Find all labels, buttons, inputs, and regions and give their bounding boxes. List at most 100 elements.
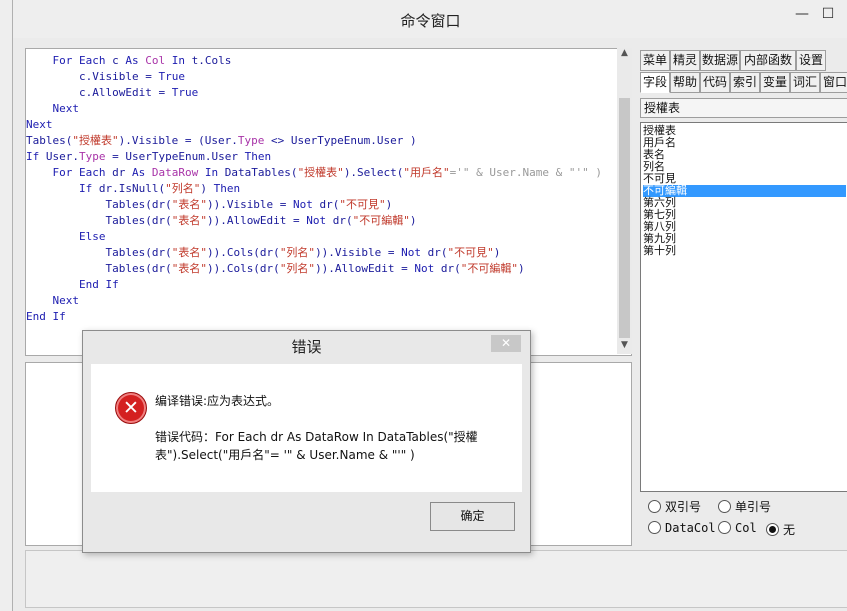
code-line[interactable]: Tables(dr("表名")).Cols(dr("列名")).AllowEdi… [26, 261, 616, 277]
tab-6[interactable]: 窗口 [820, 72, 847, 93]
code-token: "不可見" [339, 198, 386, 211]
option-col[interactable]: Col [718, 521, 757, 535]
code-token: If [26, 150, 46, 163]
code-token: Col [145, 54, 172, 67]
code-token: )).AllowEdit = [206, 214, 307, 227]
code-line[interactable]: For Each dr As DataRow In DataTables("授權… [26, 165, 616, 181]
error-dialog: 错误 ✕ ✕ 编译错误:应为表达式。 错误代码：For Each dr As D… [82, 330, 531, 553]
code-token: dr( [332, 214, 353, 227]
editor-scrollbar[interactable]: ▲ ▼ [617, 48, 632, 354]
code-token: "授權表" [297, 166, 344, 179]
code-token: "列名" [279, 246, 316, 259]
tab-4[interactable]: 变量 [760, 72, 790, 93]
code-token: DataRow [151, 166, 205, 179]
code-line[interactable]: Next [26, 293, 616, 309]
field-list[interactable]: 授權表 用戶名 表名 列名 不可見 不可編輯 第六列 第七列 第八列 第九列 第十列 [640, 122, 847, 492]
option-double-quote[interactable]: 双引号 [648, 498, 701, 515]
tab-4[interactable]: 设置 [796, 50, 826, 71]
code-text[interactable]: For Each c As Col In t.Cols c.Visible = … [26, 53, 616, 325]
code-token: )).Cols(dr( [206, 246, 280, 259]
code-token: DataTables( [224, 166, 298, 179]
code-line[interactable]: c.AllowEdit = True [26, 85, 616, 101]
code-token: )).Cols(dr( [206, 262, 280, 275]
tab-5[interactable]: 词汇 [790, 72, 820, 93]
code-token: User. [45, 150, 79, 163]
code-token: "表名" [171, 246, 207, 259]
code-token: ) [409, 214, 417, 227]
code-line[interactable]: Tables(dr("表名")).AllowEdit = Not dr("不可編… [26, 213, 616, 229]
code-token: Tables(dr( [26, 262, 172, 275]
tab-0[interactable]: 字段 [640, 72, 670, 93]
code-token: "不可見" [447, 246, 494, 259]
dialog-body: ✕ 编译错误:应为表达式。 错误代码：For Each dr As DataRo… [91, 364, 522, 492]
tab-1[interactable]: 精灵 [670, 50, 700, 71]
error-message: 编译错误:应为表达式。 [155, 394, 280, 408]
tab-3[interactable]: 索引 [730, 72, 760, 93]
option-single-quote[interactable]: 单引号 [718, 498, 771, 515]
minimize-button[interactable]: — [791, 6, 813, 24]
code-token: c.AllowEdit = [26, 86, 172, 99]
code-token: True [158, 70, 185, 83]
code-token: Next [26, 118, 53, 131]
code-token: Not [414, 262, 441, 275]
code-line[interactable]: Next [26, 101, 616, 117]
ok-button[interactable]: 确定 [430, 502, 515, 531]
code-token: ='" & User.Name & "'" ) [449, 166, 602, 179]
code-line[interactable]: Tables(dr("表名")).Cols(dr("列名")).Visible … [26, 245, 616, 261]
code-line[interactable]: c.Visible = True [26, 69, 616, 85]
code-token: True [171, 86, 199, 99]
radio-icon [648, 500, 661, 513]
maximize-button[interactable]: ☐ [817, 6, 839, 24]
code-token: In [204, 166, 225, 179]
code-token: Next [26, 294, 79, 307]
code-token: ) [385, 198, 393, 211]
radio-icon [718, 500, 731, 513]
tab-1[interactable]: 帮助 [670, 72, 700, 93]
code-token: Tables(dr( [26, 198, 172, 211]
code-token: End If [26, 310, 66, 323]
code-line[interactable]: Next [26, 117, 616, 133]
code-token: "用戶名" [403, 166, 450, 179]
tab-0[interactable]: 菜单 [640, 50, 670, 71]
option-none[interactable]: 无 [766, 521, 795, 538]
code-token: ).Select( [343, 166, 404, 179]
side-panel: 菜单 精灵 数据源 内部函数 设置 字段 帮助 代码 索引 变量 词汇 窗口 授權表 授權表 用戶名表… [640, 50, 847, 545]
insert-options: 双引号 单引号 DataCol Col 无 [640, 490, 847, 545]
option-datacol[interactable]: DataCol [648, 521, 716, 535]
code-line[interactable]: If User.Type = UserTypeEnum.User Then [26, 149, 616, 165]
code-token: As [125, 54, 146, 67]
scroll-thumb[interactable] [619, 98, 630, 338]
code-token: ) [493, 246, 501, 259]
tab-2[interactable]: 代码 [700, 72, 730, 93]
code-token: Tables(dr( [26, 246, 172, 259]
code-token: )).Visible = [315, 246, 402, 259]
dialog-close-button[interactable]: ✕ [491, 335, 521, 352]
code-token: t.Cols [191, 54, 232, 67]
scroll-up-arrow-icon[interactable]: ▲ [617, 48, 632, 62]
code-token: Type [237, 134, 265, 147]
code-editor[interactable]: For Each c As Col In t.Cols c.Visible = … [25, 48, 632, 356]
code-line[interactable]: End If [26, 277, 616, 293]
code-line[interactable]: Else [26, 229, 616, 245]
dialog-title: 错误 [291, 338, 322, 356]
code-token: "不可編輯" [352, 214, 410, 227]
field-list-item[interactable]: 第十列 [643, 245, 676, 257]
tab-row-2: 字段 帮助 代码 索引 变量 词汇 窗口 [640, 72, 847, 93]
error-icon: ✕ [115, 392, 147, 424]
tab-2[interactable]: 数据源 [700, 50, 740, 71]
code-token: Then [244, 150, 272, 163]
code-line[interactable]: End If [26, 309, 616, 325]
code-line[interactable]: If dr.IsNull("列名") Then [26, 181, 616, 197]
code-line[interactable]: For Each c As Col In t.Cols [26, 53, 616, 69]
code-token: = UserTypeEnum.User [105, 150, 245, 163]
title-bar[interactable]: 命令窗口 — ☐ [13, 0, 847, 38]
code-token: Next [26, 102, 79, 115]
code-token: c.Visible = [26, 70, 159, 83]
scroll-down-arrow-icon[interactable]: ▼ [617, 340, 632, 354]
table-select[interactable]: 授權表 [640, 98, 847, 118]
code-line[interactable]: Tables(dr("表名")).Visible = Not dr("不可見") [26, 197, 616, 213]
code-line[interactable]: Tables("授權表").Visible = (User.Type <> Us… [26, 133, 616, 149]
tab-3[interactable]: 内部函数 [740, 50, 796, 71]
code-token: Not [306, 214, 333, 227]
radio-icon [648, 521, 661, 534]
